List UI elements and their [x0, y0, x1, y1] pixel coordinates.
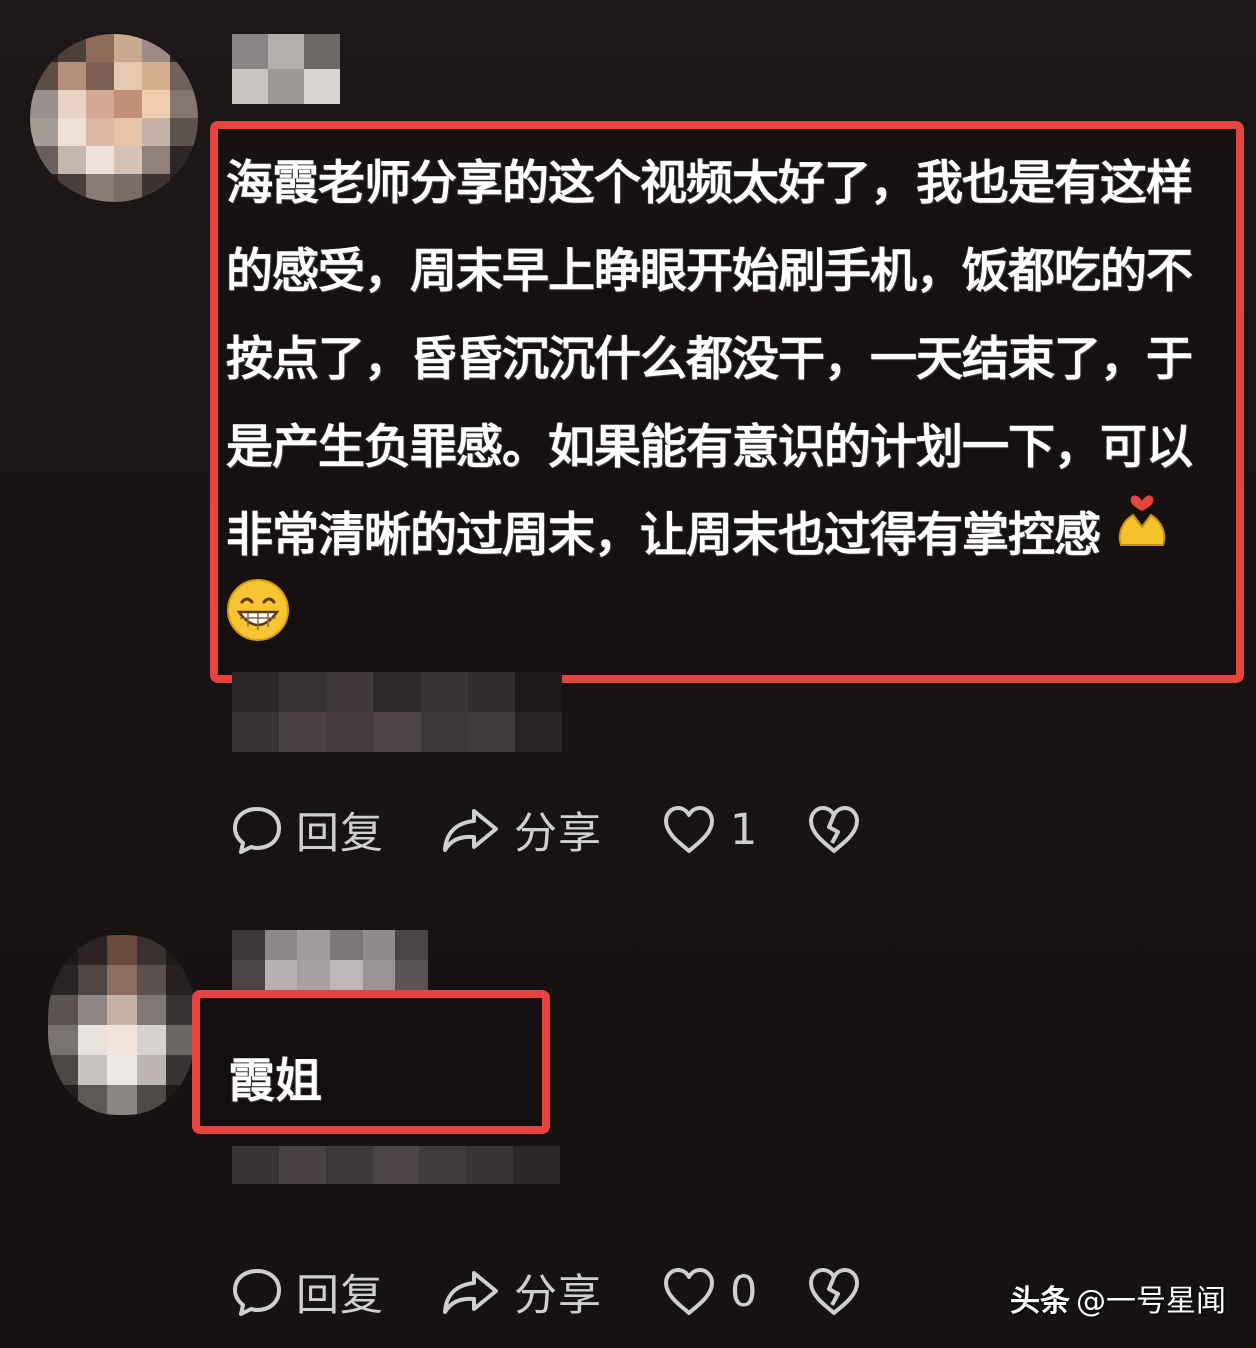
broken-heart-icon [807, 805, 861, 855]
share-arrow-icon [440, 803, 502, 857]
comment-actions: 回复 分享 0 [230, 1262, 861, 1322]
broken-heart-icon [807, 1267, 861, 1317]
username-blurred[interactable] [232, 930, 428, 990]
watermark-brand: 头条 [1010, 1284, 1070, 1319]
watermark-account: @一号星闻 [1076, 1284, 1226, 1319]
chat-bubble-icon [230, 1265, 284, 1319]
comment-screen: 海霞老师分享的这个视频太好了，我也是有这样的感受，周末早上睁眼开始刷手机，饭都吃… [0, 0, 1256, 1348]
share-label: 分享 [514, 809, 602, 859]
share-button[interactable]: 分享 [440, 800, 662, 860]
dislike-button[interactable] [807, 1262, 861, 1322]
avatar-blurred[interactable] [30, 34, 198, 202]
share-arrow-icon [440, 1265, 502, 1319]
share-button[interactable]: 分享 [440, 1262, 662, 1322]
comment-body: 海霞老师分享的这个视频太好了，我也是有这样的感受，周末早上睁眼开始刷手机，饭都吃… [226, 156, 1193, 563]
reply-button[interactable]: 回复 [230, 1262, 440, 1322]
like-button[interactable]: 0 [662, 1262, 807, 1322]
heart-outline-icon [662, 805, 716, 855]
reply-label: 回复 [296, 809, 384, 859]
avatar-blurred[interactable] [48, 935, 196, 1115]
like-count: 1 [730, 805, 758, 855]
heart-outline-icon [662, 1267, 716, 1317]
username-blurred[interactable] [232, 34, 340, 104]
watermark: 头条 @一号星闻 [1010, 1276, 1226, 1320]
dislike-button[interactable] [807, 800, 861, 860]
reply-label: 回复 [296, 1271, 384, 1321]
reply-button[interactable]: 回复 [230, 800, 440, 860]
timestamp-blurred [232, 1146, 560, 1184]
grinning-emoji-icon [226, 578, 290, 671]
like-count: 0 [730, 1267, 758, 1317]
comment-actions: 回复 分享 1 [230, 800, 861, 860]
comment-text: 霞姐 [228, 1054, 322, 1109]
share-label: 分享 [514, 1271, 602, 1321]
timestamp-blurred [232, 672, 562, 752]
comment-text: 海霞老师分享的这个视频太好了，我也是有这样的感受，周末早上睁眼开始刷手机，饭都吃… [226, 140, 1226, 677]
chat-bubble-icon [230, 803, 284, 857]
heart-hands-emoji-icon [1115, 487, 1169, 578]
like-button[interactable]: 1 [662, 800, 807, 860]
